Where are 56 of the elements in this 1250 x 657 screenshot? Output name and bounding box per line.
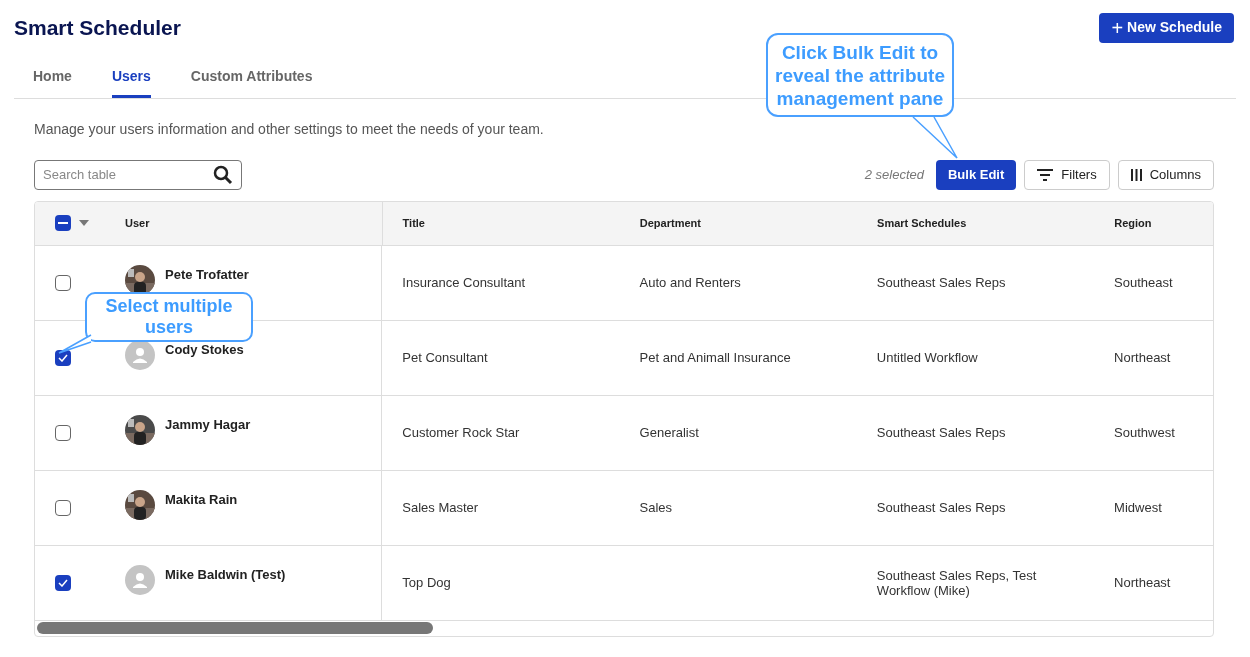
table-cell: Southeast: [1114, 275, 1173, 290]
tab[interactable]: Custom Attributes: [190, 65, 313, 98]
user-name: Cody Stokes: [165, 340, 244, 359]
table-cell: Top Dog: [402, 575, 451, 590]
table-cell: Southeast Sales Reps: [876, 500, 1006, 515]
user-name: Mike Baldwin (Test): [165, 565, 286, 584]
check-icon: [58, 353, 68, 362]
user-name: Makita Rain: [165, 490, 238, 509]
page-title: Smart Scheduler: [14, 15, 181, 41]
table-cell: Generalist: [639, 425, 699, 440]
column-header: Title: [402, 216, 425, 229]
table-cell: Sales: [639, 500, 673, 515]
column-header: Region: [1114, 216, 1152, 229]
table-cell: Insurance Consultant: [402, 275, 526, 290]
checkbox[interactable]: [55, 424, 71, 441]
table-cell: Southeast Sales Reps: [876, 275, 1006, 290]
table-cell: Southeast Sales Reps, Test Workflow (Mike): [876, 567, 1037, 598]
checkbox[interactable]: [55, 274, 71, 291]
table-cell: Customer Rock Star: [402, 425, 520, 440]
table-cell: Auto and Renters: [639, 275, 741, 290]
table-cell: Northeast: [1114, 350, 1171, 365]
filters-button[interactable]: Filters: [1024, 159, 1110, 190]
table-cell: Northeast: [1114, 575, 1171, 590]
bulk-edit-button[interactable]: Bulk Edit: [935, 159, 1017, 190]
search-field[interactable]: Search table: [43, 164, 213, 185]
table-cell: Southeast Sales Reps: [876, 425, 1006, 440]
tab[interactable]: Home: [33, 65, 72, 98]
callout: Select multiple users: [85, 292, 253, 342]
filter-icon: [1037, 168, 1054, 181]
search-icon: [213, 164, 233, 185]
column-header: Smart Schedules: [877, 216, 967, 229]
user-name: Pete Trofatter: [165, 265, 249, 284]
caret-icon[interactable]: [79, 220, 89, 226]
callout-pointer: [58, 334, 92, 354]
callout-pointer: [912, 116, 960, 160]
new-schedule-button[interactable]: + New Schedule: [1099, 12, 1234, 43]
table-cell: Southwest: [1114, 425, 1175, 440]
table-cell: Midwest: [1114, 500, 1162, 515]
checkbox[interactable]: [55, 499, 71, 516]
check-icon: [58, 578, 68, 587]
scrollbar-thumb[interactable]: [37, 621, 433, 634]
table-cell: Pet Consultant: [402, 350, 488, 365]
columns-button[interactable]: Columns: [1117, 159, 1214, 190]
table-cell: Sales Master: [402, 500, 479, 515]
checkbox[interactable]: [55, 574, 71, 591]
column-header: Department: [639, 216, 701, 229]
search-box[interactable]: Search table: [34, 159, 242, 190]
selection-count: 2 selected: [864, 165, 924, 184]
checkbox[interactable]: [55, 215, 71, 231]
user-name: Jammy Hagar: [165, 415, 251, 434]
column-header: User: [125, 215, 150, 231]
table-cell: Untitled Workflow: [876, 350, 978, 365]
tab[interactable]: Users: [111, 65, 151, 98]
table-cell: Pet and Animall Insurance: [639, 350, 791, 365]
description: Manage your users information and other settings to meet the needs of your team.: [34, 119, 545, 139]
columns-icon: [1130, 168, 1142, 181]
